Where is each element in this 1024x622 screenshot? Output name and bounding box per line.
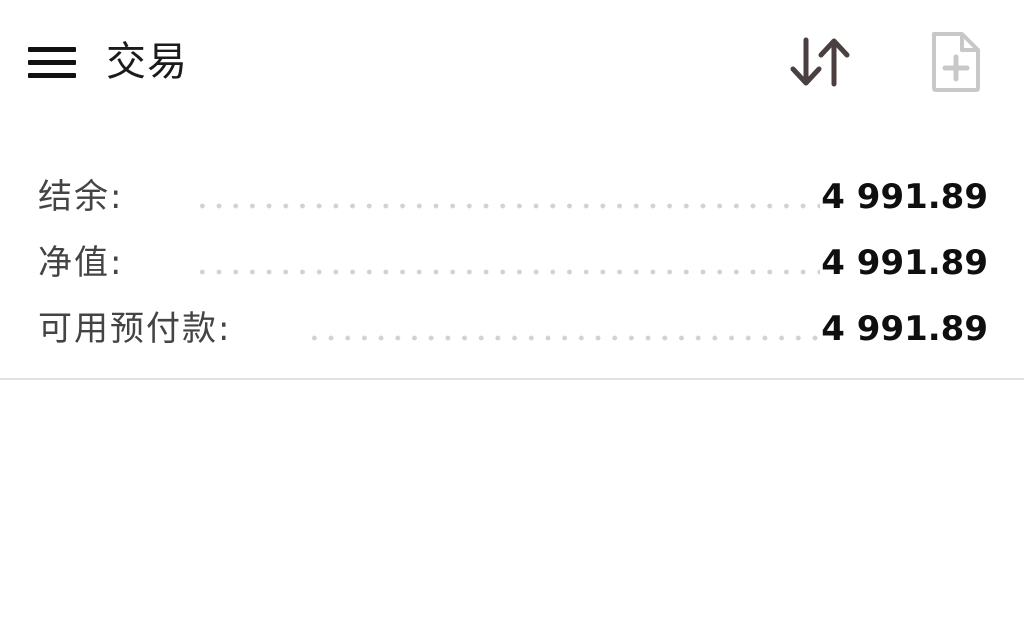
menu-button[interactable] (22, 38, 82, 88)
sort-button[interactable] (784, 30, 856, 94)
dotted-leader (194, 268, 820, 276)
free-margin-label: 可用预付款: (38, 309, 232, 349)
dotted-leader (306, 334, 820, 342)
page-title: 交易 (106, 39, 188, 85)
equity-value: 4 991.89 (821, 243, 988, 283)
dotted-leader (194, 202, 820, 210)
balance-row: 结余: 4 991.89 (0, 164, 1024, 230)
balance-value: 4 991.89 (821, 177, 988, 217)
sort-arrows-icon (790, 37, 850, 87)
free-margin-value: 4 991.89 (821, 309, 988, 349)
free-margin-row: 可用预付款: 4 991.89 (0, 296, 1024, 362)
equity-label: 净值: (38, 243, 124, 283)
new-document-plus-icon (932, 32, 980, 92)
trade-screen: 交易 结余: 4 991.89 净值: 4 991.89 可用预付款: 4 99… (0, 0, 1024, 622)
equity-row: 净值: 4 991.89 (0, 230, 1024, 296)
section-divider (0, 378, 1024, 380)
balance-label: 结余: (38, 177, 124, 217)
app-bar: 交易 (0, 0, 1024, 124)
new-order-button[interactable] (922, 28, 990, 96)
hamburger-menu-icon (28, 47, 76, 78)
